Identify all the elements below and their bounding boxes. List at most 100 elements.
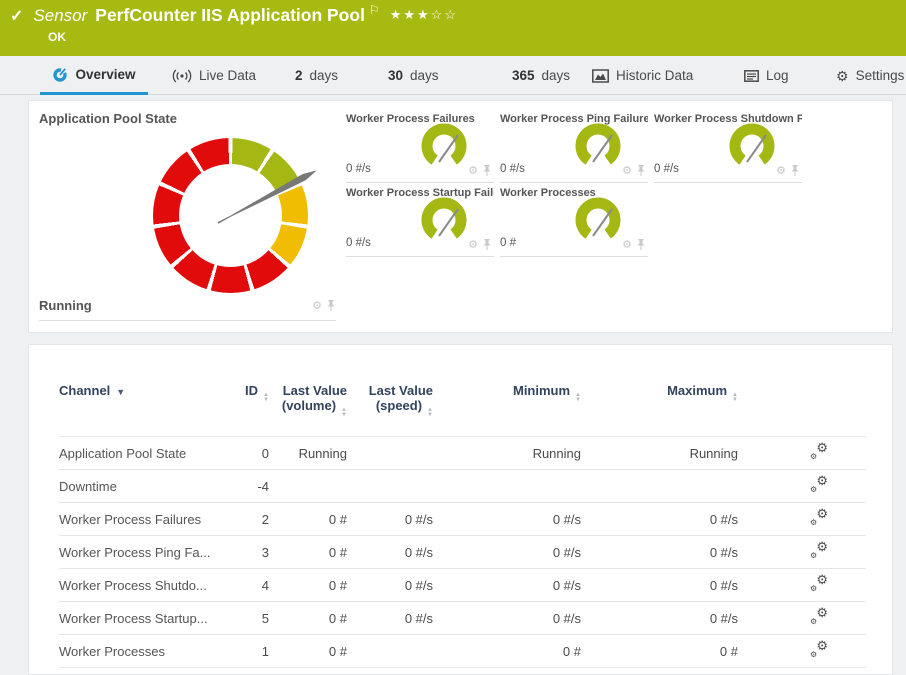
channel-settings-icon[interactable]: ⚙⚙ [810,543,828,559]
channels-table: Channel▼ ID▲▼ Last Value (volume)▲▼ Last… [59,383,866,668]
channel-id: 4 [224,569,269,602]
gauge-settings-gear-icon[interactable]: ⚙ [468,164,478,177]
table-row[interactable]: Application Pool State 0 Running Running… [59,437,866,470]
last-value-speed: 0 #/s [347,503,433,536]
tab-2-days-label: days [310,68,339,83]
live-data-icon [172,69,192,83]
maximum-value: 0 #/s [581,602,738,635]
channel-settings-icon[interactable]: ⚙⚙ [810,576,828,592]
tab-365-days-label: days [542,68,571,83]
channel-name[interactable]: Worker Process Failures [59,503,224,536]
pin-icon[interactable] [790,165,800,177]
channel-id: 1 [224,635,269,668]
channel-name[interactable]: Downtime [59,470,224,503]
mini-gauge [572,121,624,173]
table-row[interactable]: Worker Process Ping Fa... 3 0 # 0 #/s 0 … [59,536,866,569]
maximum-value: 0 # [581,635,738,668]
tab-log[interactable]: Log [744,56,789,95]
minimum-value [433,470,581,503]
historic-chart-icon [592,69,609,83]
last-value-volume: 0 # [269,635,347,668]
tab-overview[interactable]: Overview [40,56,148,95]
gauge-settings-gear-icon[interactable]: ⚙ [776,164,786,177]
priority-stars[interactable]: ★★★☆☆ [390,7,458,23]
tab-30-days-label: days [410,68,439,83]
table-row[interactable]: Downtime -4 ⚙⚙ [59,470,866,503]
main-gauge-title: Application Pool State [39,111,177,126]
tab-2-days[interactable]: 2 days [295,56,338,95]
flag-icon[interactable]: ⚐ [369,3,380,17]
pin-icon[interactable] [326,300,336,312]
channel-name[interactable]: Worker Processes [59,635,224,668]
sensor-header: ✓ Sensor PerfCounter IIS Application Poo… [0,0,906,56]
gauge-tile-worker-processes: Worker Processes 0 # ⚙ [500,187,648,257]
channel-settings-icon[interactable]: ⚙⚙ [810,642,828,658]
table-row[interactable]: Worker Processes 1 0 # 0 # 0 # ⚙⚙ [59,635,866,668]
channel-name[interactable]: Worker Process Startup... [59,602,224,635]
tab-overview-label: Overview [75,67,135,82]
pin-icon[interactable] [482,239,492,251]
channel-settings-icon[interactable]: ⚙⚙ [810,609,828,625]
gauge-tile-worker-process-startup-failures: Worker Process Startup Failu... 0 #/s ⚙ [346,187,494,257]
pin-icon[interactable] [636,165,646,177]
gauge-settings-gear-icon[interactable]: ⚙ [622,238,632,251]
pin-icon[interactable] [636,239,646,251]
tab-live-data-label: Live Data [199,68,256,83]
minimum-value: 0 #/s [433,569,581,602]
stars-empty[interactable]: ☆☆ [431,7,458,22]
last-value-volume: 0 # [269,503,347,536]
tab-30-days[interactable]: 30 days [388,56,439,95]
column-header-last-value-speed[interactable]: Last Value (speed)▲▼ [347,383,433,437]
last-value-speed: 0 #/s [347,536,433,569]
tab-365-days-number: 365 [512,68,535,83]
maximum-value: 0 #/s [581,503,738,536]
pin-icon[interactable] [482,165,492,177]
table-row[interactable]: Worker Process Failures 2 0 # 0 #/s 0 #/… [59,503,866,536]
minimum-value: 0 #/s [433,503,581,536]
gauge-tile-worker-process-failures: Worker Process Failures 0 #/s ⚙ [346,113,494,183]
maximum-value: 0 #/s [581,569,738,602]
channel-id: 2 [224,503,269,536]
column-header-maximum[interactable]: Maximum▲▼ [581,383,738,437]
tab-2-days-number: 2 [295,68,303,83]
tab-365-days[interactable]: 365 days [512,56,570,95]
gauge-settings-gear-icon[interactable]: ⚙ [622,164,632,177]
tab-30-days-number: 30 [388,68,403,83]
channel-settings-icon[interactable]: ⚙⚙ [810,477,828,493]
gauges-panel: Application Pool State Running ⚙ Worker … [28,100,893,333]
mini-gauge [418,195,470,247]
channel-id: -4 [224,470,269,503]
table-row[interactable]: Worker Process Shutdo... 4 0 # 0 #/s 0 #… [59,569,866,602]
tab-historic-data-label: Historic Data [616,68,693,83]
tab-settings[interactable]: ⚙ Settings [836,56,904,95]
gauge-settings-gear-icon[interactable]: ⚙ [312,299,322,312]
tab-historic-data[interactable]: Historic Data [592,56,693,95]
column-header-id[interactable]: ID▲▼ [224,383,269,437]
mini-gauge [418,121,470,173]
column-header-channel[interactable]: Channel▼ [59,383,224,437]
minimum-value: 0 # [433,635,581,668]
channel-name[interactable]: Application Pool State [59,437,224,470]
channel-settings-icon[interactable]: ⚙⚙ [810,510,828,526]
sort-icon: ▲▼ [575,393,581,403]
stars-filled[interactable]: ★★★ [390,7,431,22]
channel-settings-icon[interactable]: ⚙⚙ [810,444,828,460]
column-header-minimum[interactable]: Minimum▲▼ [433,383,581,437]
mini-gauge [572,195,624,247]
tab-log-label: Log [766,68,789,83]
column-header-actions [738,383,866,437]
table-row[interactable]: Worker Process Startup... 5 0 # 0 #/s 0 … [59,602,866,635]
tile-value: 0 #/s [654,163,679,175]
tab-live-data[interactable]: Live Data [172,56,256,95]
channel-name[interactable]: Worker Process Shutdo... [59,569,224,602]
gauge-tile-worker-process-shutdown-failures: Worker Process Shutdown Fa... 0 #/s ⚙ [654,113,802,183]
channel-name[interactable]: Worker Process Ping Fa... [59,536,224,569]
gauge-settings-gear-icon[interactable]: ⚙ [468,238,478,251]
maximum-value: 0 #/s [581,536,738,569]
column-header-last-value-volume[interactable]: Last Value (volume)▲▼ [269,383,347,437]
tab-bar: Overview Live Data 2 days 30 days 365 da… [0,56,906,95]
tile-value: 0 #/s [346,163,371,175]
maximum-value: Running [581,437,738,470]
object-kind-label: Sensor [33,6,87,26]
settings-gear-icon: ⚙ [836,69,849,83]
